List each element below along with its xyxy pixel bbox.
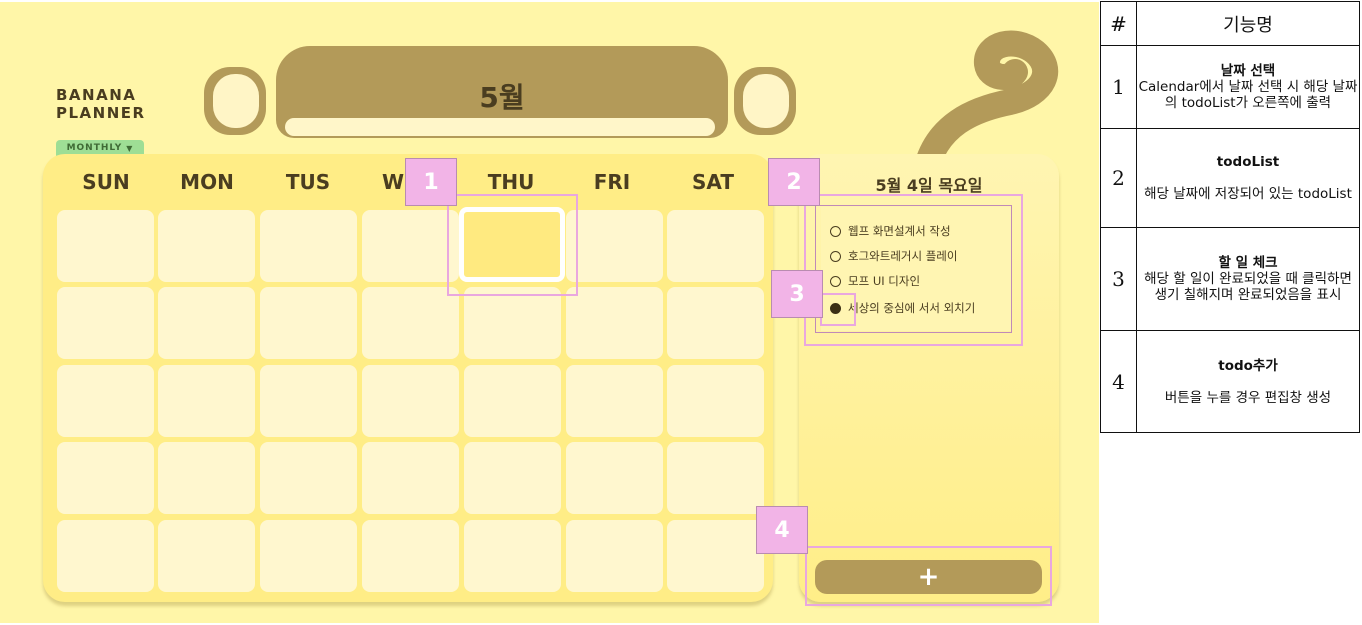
calendar-day-cell[interactable] xyxy=(57,442,154,514)
spec-row-name: 할 일 체크 xyxy=(1218,255,1278,271)
month-header-strip xyxy=(285,118,715,136)
spec-header-name: 기능명 xyxy=(1136,1,1360,46)
calendar-day-cell[interactable] xyxy=(362,210,459,282)
calendar-day-cell[interactable] xyxy=(57,287,154,359)
feature-spec-table: # 기능명 1 날짜 선택 Calendar에서 날짜 선택 시 해당 날짜의 … xyxy=(1100,1,1360,433)
calendar-day-cell[interactable] xyxy=(57,210,154,282)
calendar-day-cell[interactable] xyxy=(566,442,663,514)
spec-row-desc: todoList 해당 날짜에 저장되어 있는 todoList xyxy=(1136,128,1360,228)
spec-row-desc: todo추가 버튼을 누를 경우 편집창 생성 xyxy=(1136,330,1360,433)
calendar-day-cell[interactable] xyxy=(57,520,154,592)
calendar-day-cell[interactable] xyxy=(260,520,357,592)
weekday-thu: THU xyxy=(487,170,535,194)
weekday-fri: FRI xyxy=(593,170,631,194)
calendar-day-cell[interactable] xyxy=(667,287,764,359)
prev-month-button[interactable] xyxy=(204,67,266,135)
spec-row-text: 해당 할 일이 완료되었을 때 클릭하면 생기 칠해지며 완료되었음을 표시 xyxy=(1144,271,1352,303)
spec-row-num: 1 xyxy=(1100,45,1137,129)
annotation-tag-2: 2 xyxy=(768,158,820,206)
calendar-day-cell[interactable] xyxy=(260,442,357,514)
calendar-day-cell[interactable] xyxy=(158,210,255,282)
annotation-highlight-4 xyxy=(805,546,1052,606)
month-header: 5월 xyxy=(276,46,728,138)
annotation-highlight-3 xyxy=(820,293,856,326)
next-month-button[interactable] xyxy=(734,67,796,135)
spec-row-num: 2 xyxy=(1100,128,1137,228)
calendar-day-cell[interactable] xyxy=(260,287,357,359)
chevron-down-icon: ▼ xyxy=(126,143,134,153)
calendar-day-cell[interactable] xyxy=(260,210,357,282)
app-logo: BANANA PLANNER xyxy=(56,86,146,122)
calendar-day-cell[interactable] xyxy=(464,520,561,592)
weekday-mon: MON xyxy=(180,170,234,194)
calendar-day-cell[interactable] xyxy=(362,520,459,592)
spec-row-num: 4 xyxy=(1100,330,1137,433)
selected-date-label: 5월 4일 목요일 xyxy=(875,176,983,195)
annotation-tag-4: 4 xyxy=(756,506,808,554)
calendar-day-cell[interactable] xyxy=(566,520,663,592)
weekday-sat: SAT xyxy=(692,170,734,194)
calendar-day-cell[interactable] xyxy=(158,365,255,437)
month-title: 5월 xyxy=(479,81,525,114)
spec-row-name: todo추가 xyxy=(1218,357,1278,374)
logo-line-2: PLANNER xyxy=(56,104,146,122)
calendar-day-cell[interactable] xyxy=(158,442,255,514)
view-mode-label: MONTHLY xyxy=(66,143,123,153)
calendar-day-cell[interactable] xyxy=(260,365,357,437)
annotation-highlight-1 xyxy=(447,194,578,296)
calendar-day-cell[interactable] xyxy=(362,442,459,514)
weekday-sun: SUN xyxy=(82,170,130,194)
calendar-day-cell[interactable] xyxy=(667,210,764,282)
annotation-tag-1: 1 xyxy=(405,158,457,206)
calendar-day-cell[interactable] xyxy=(362,287,459,359)
spec-row-text: 버튼을 누를 경우 편집창 생성 xyxy=(1164,389,1332,406)
spec-row-name: todoList xyxy=(1216,154,1280,170)
spec-row-text: 해당 날짜에 저장되어 있는 todoList xyxy=(1144,186,1352,202)
calendar-day-cell[interactable] xyxy=(566,365,663,437)
calendar-day-cell[interactable] xyxy=(464,442,561,514)
calendar-day-cell[interactable] xyxy=(566,210,663,282)
spec-header-num: # xyxy=(1100,1,1137,46)
spec-row-text: Calendar에서 날짜 선택 시 해당 날짜의 todoList가 오른쪽에… xyxy=(1138,79,1358,111)
calendar-day-cell[interactable] xyxy=(362,365,459,437)
spec-row-desc: 할 일 체크 해당 할 일이 완료되었을 때 클릭하면 생기 칠해지며 완료되었… xyxy=(1136,227,1360,331)
calendar-day-cell[interactable] xyxy=(464,287,561,359)
calendar-day-cell[interactable] xyxy=(158,520,255,592)
calendar-day-cell[interactable] xyxy=(667,365,764,437)
calendar-day-cell[interactable] xyxy=(57,365,154,437)
spec-row-name: 날짜 선택 xyxy=(1220,63,1276,79)
annotation-tag-3: 3 xyxy=(771,270,823,318)
spec-row-desc: 날짜 선택 Calendar에서 날짜 선택 시 해당 날짜의 todoList… xyxy=(1136,45,1360,129)
calendar-day-cell[interactable] xyxy=(464,365,561,437)
calendar-day-cell[interactable] xyxy=(667,442,764,514)
calendar-day-cell[interactable] xyxy=(158,287,255,359)
calendar-day-cell[interactable] xyxy=(566,287,663,359)
calendar-day-cell[interactable] xyxy=(667,520,764,592)
logo-line-1: BANANA xyxy=(56,86,137,104)
spec-row-num: 3 xyxy=(1100,227,1137,331)
